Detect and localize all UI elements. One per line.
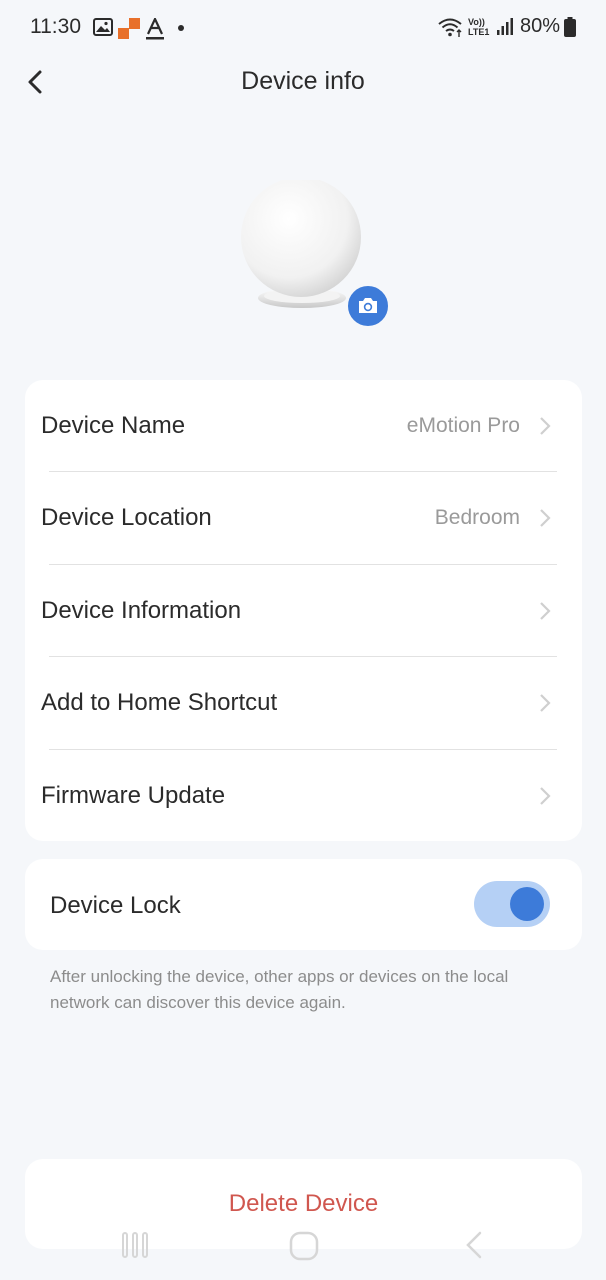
- system-nav-bar: [0, 1222, 606, 1272]
- device-location-row[interactable]: Device Location Bedroom: [25, 472, 582, 564]
- battery-percentage: 80%: [520, 15, 561, 37]
- firmware-update-row[interactable]: Firmware Update: [25, 750, 582, 842]
- camera-icon: [359, 298, 377, 313]
- back-icon[interactable]: [462, 1230, 486, 1260]
- header: Device info: [0, 56, 606, 108]
- device-lock-label: Device Lock: [50, 892, 181, 919]
- device-image: [241, 180, 361, 308]
- text-a-icon: [146, 18, 164, 40]
- chevron-right-icon: [540, 509, 551, 527]
- device-lock-toggle[interactable]: [474, 881, 550, 927]
- firmware-update-label: Firmware Update: [41, 782, 226, 809]
- recents-icon[interactable]: [120, 1230, 150, 1260]
- device-location-label: Device Location: [41, 504, 212, 531]
- chevron-right-icon: [540, 602, 551, 620]
- device-lock-card: Device Lock: [25, 859, 582, 950]
- chevron-right-icon: [540, 694, 551, 712]
- home-icon[interactable]: [288, 1230, 320, 1262]
- status-bar: 11:30 Vo)) LTE1 80%: [0, 0, 606, 56]
- page-title: Device info: [241, 67, 365, 95]
- device-info-screen: 11:30 Vo)) LTE1 80% Device info Device N…: [0, 0, 606, 1280]
- change-photo-button[interactable]: [346, 284, 390, 328]
- add-home-shortcut-row[interactable]: Add to Home Shortcut: [25, 657, 582, 749]
- app-notification-icon: [118, 18, 140, 39]
- device-name-label: Device Name: [41, 412, 186, 439]
- delete-device-label: Delete Device: [228, 1190, 379, 1217]
- device-information-label: Device Information: [41, 597, 242, 624]
- toggle-knob: [510, 887, 544, 921]
- settings-card: Device Name eMotion Pro Device Location …: [25, 380, 582, 841]
- device-information-row[interactable]: Device Information: [25, 565, 582, 657]
- add-home-shortcut-label: Add to Home Shortcut: [41, 689, 278, 716]
- volte-icon: Vo)) LTE1: [468, 17, 490, 37]
- wifi-icon: [438, 18, 462, 37]
- device-name-row[interactable]: Device Name eMotion Pro: [25, 380, 582, 472]
- device-lock-help-text: After unlocking the device, other apps o…: [50, 967, 509, 1012]
- device-name-value: eMotion Pro: [406, 414, 520, 437]
- status-time: 11:30: [30, 15, 81, 38]
- gallery-icon: [93, 18, 113, 36]
- device-location-value: Bedroom: [434, 506, 520, 529]
- chevron-right-icon: [540, 417, 551, 435]
- chevron-right-icon: [540, 787, 551, 805]
- signal-icon: [497, 18, 513, 35]
- battery-icon: [564, 17, 576, 37]
- dot-icon: [178, 25, 184, 31]
